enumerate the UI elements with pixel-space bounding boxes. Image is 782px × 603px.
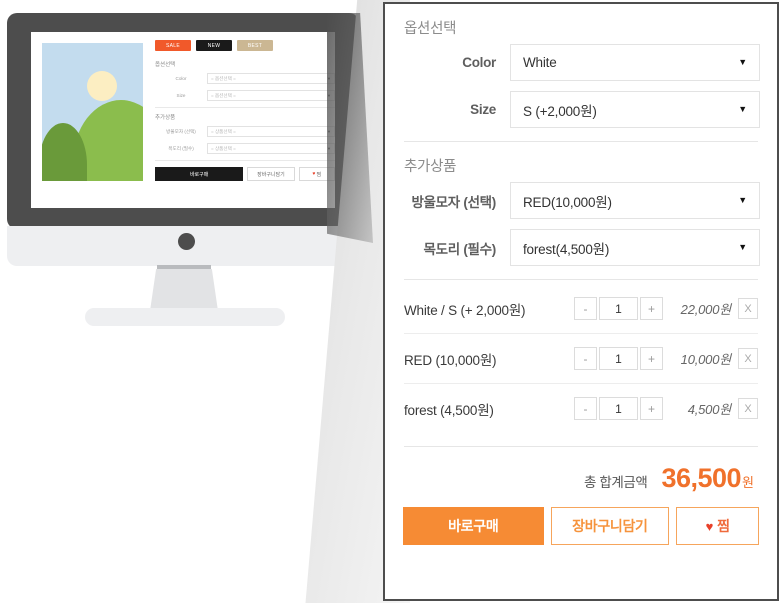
option-row-size: Size S (+2,000원) ▼: [402, 91, 760, 128]
quantity-increase-button[interactable]: +: [640, 397, 663, 420]
mini-row-hat: 방울모자 (선택) = 상품선택 = ▼: [155, 126, 335, 137]
addon-label-scarf: 목도리 (필수): [423, 241, 497, 257]
mini-option-section-title: 옵션선택: [155, 62, 176, 68]
option-label-size: Size: [470, 102, 496, 117]
mini-select-color[interactable]: = 옵션선택 = ▼: [207, 73, 335, 84]
option-label-color: Color: [462, 55, 496, 70]
table-row: forest (4,500원) - 1 + 4,500원 X: [402, 384, 760, 433]
mini-divider-bottom: [155, 160, 335, 161]
cart-item-price: 22,000원: [680, 302, 732, 317]
select-scarf[interactable]: forest(4,500원) ▼: [510, 229, 760, 266]
quantity-stepper: - 1 +: [574, 397, 663, 420]
mini-label-hat: 방울모자 (선택): [166, 128, 196, 134]
divider-options: [404, 141, 758, 142]
mini-action-buttons: 바로구매 장바구니담기 ♥ 찜: [155, 167, 336, 181]
mini-wish-label: 찜: [316, 171, 322, 178]
select-color-value: White: [523, 55, 557, 70]
mini-buy-button[interactable]: 바로구매: [155, 167, 244, 181]
select-size[interactable]: S (+2,000원) ▼: [510, 91, 760, 128]
quantity-decrease-button[interactable]: -: [574, 397, 597, 420]
chevron-down-icon: ▼: [738, 57, 747, 67]
mini-select-hat[interactable]: = 상품선택 = ▼: [207, 126, 335, 137]
addon-label-hat: 방울모자 (선택): [411, 194, 496, 210]
mini-select-size-value: = 옵션선택 =: [211, 92, 236, 98]
mini-row-scarf: 목도리 (필수) = 상품선택 = ▼: [155, 143, 335, 154]
cart-item-name: RED (10,000원): [404, 352, 497, 368]
table-row: White / S (+ 2,000원) - 1 + 22,000원 X: [402, 284, 760, 333]
cart-item-name: White / S (+ 2,000원): [404, 302, 526, 318]
wishlist-label: 찜: [717, 518, 730, 534]
select-hat-value: RED(10,000원): [523, 194, 612, 210]
select-hat[interactable]: RED(10,000원) ▼: [510, 182, 760, 219]
quantity-input[interactable]: 1: [599, 347, 638, 370]
monitor-foot: [85, 308, 285, 326]
divider-addons: [404, 279, 758, 280]
mini-label-size: Size: [176, 93, 186, 98]
total-label: 총 합계금액: [583, 475, 648, 490]
action-button-group: 바로구매 장바구니담기 ♥ 찜: [402, 494, 760, 545]
addon-row-scarf: 목도리 (필수) forest(4,500원) ▼: [402, 229, 760, 266]
heart-icon: ♥: [312, 171, 316, 177]
quantity-input[interactable]: 1: [599, 297, 638, 320]
quantity-decrease-button[interactable]: -: [574, 347, 597, 370]
select-size-value: S (+2,000원): [523, 103, 597, 119]
monitor-bezel: SALE NEW BEST 옵션선택 Color = 옵션선택 = ▼: [7, 13, 359, 229]
mini-option-area: SALE NEW BEST 옵션선택 Color = 옵션선택 = ▼: [155, 40, 336, 204]
mini-select-color-value: = 옵션선택 =: [211, 75, 236, 81]
addon-row-hat: 방울모자 (선택) RED(10,000원) ▼: [402, 182, 760, 219]
quantity-increase-button[interactable]: +: [640, 347, 663, 370]
addon-section-title: 추가상품: [404, 159, 457, 175]
quantity-decrease-button[interactable]: -: [574, 297, 597, 320]
chevron-down-icon: ▼: [738, 242, 747, 252]
quantity-input[interactable]: 1: [599, 397, 638, 420]
mini-row-size: Size = 옵션선택 = ▼: [155, 90, 335, 101]
mini-label-color: Color: [175, 76, 187, 81]
cart-item-name: forest (4,500원): [404, 402, 494, 418]
heart-icon: ♥: [705, 518, 714, 534]
quantity-stepper: - 1 +: [574, 297, 663, 320]
sun-shape-icon: [87, 71, 117, 101]
mini-select-scarf-value: = 상품선택 =: [211, 145, 236, 151]
mini-select-hat-value: = 상품선택 =: [211, 128, 236, 134]
mini-product-page: SALE NEW BEST 옵션선택 Color = 옵션선택 = ▼: [31, 32, 336, 208]
mini-badge-group: SALE NEW BEST: [155, 40, 335, 51]
mini-product-image: [42, 43, 143, 181]
select-scarf-value: forest(4,500원): [523, 241, 610, 257]
option-section-title: 옵션선택: [404, 21, 457, 37]
mini-row-color: Color = 옵션선택 = ▼: [155, 73, 335, 84]
monitor-screen: SALE NEW BEST 옵션선택 Color = 옵션선택 = ▼: [31, 32, 336, 208]
mini-select-scarf[interactable]: = 상품선택 = ▼: [207, 143, 335, 154]
buy-now-button[interactable]: 바로구매: [403, 507, 544, 545]
monitor-neck: [150, 269, 218, 311]
option-row-color: Color White ▼: [402, 44, 760, 81]
mini-cart-button[interactable]: 장바구니담기: [247, 167, 295, 181]
remove-item-button[interactable]: X: [738, 398, 758, 419]
remove-item-button[interactable]: X: [738, 298, 758, 319]
add-to-cart-button[interactable]: 장바구니담기: [550, 507, 670, 545]
wishlist-button[interactable]: ♥ 찜: [676, 507, 759, 545]
remove-item-button[interactable]: X: [738, 348, 758, 369]
mini-label-scarf: 목도리 (필수): [168, 145, 194, 151]
mini-select-size[interactable]: = 옵션선택 = ▼: [207, 90, 335, 101]
option-detail-panel: 옵션선택 Color White ▼ Size S (+2,000원) ▼ 추가…: [383, 2, 779, 601]
chevron-down-icon: ▼: [738, 195, 747, 205]
total-price-row: 총 합계금액 36,500 원: [402, 447, 760, 494]
total-currency-unit: 원: [742, 475, 754, 490]
badge-best: BEST: [237, 40, 273, 51]
quantity-increase-button[interactable]: +: [640, 297, 663, 320]
selected-options-list: White / S (+ 2,000원) - 1 + 22,000원 X RED…: [402, 284, 760, 433]
total-amount: 36,500: [661, 463, 742, 493]
screenshot-root: SALE NEW BEST 옵션선택 Color = 옵션선택 = ▼: [0, 0, 782, 603]
badge-sale: SALE: [155, 40, 191, 51]
mini-addon-section-title: 추가상품: [155, 115, 176, 121]
chevron-down-icon: ▼: [738, 104, 747, 114]
select-color[interactable]: White ▼: [510, 44, 760, 81]
badge-new: NEW: [196, 40, 232, 51]
cart-item-price: 10,000원: [680, 352, 732, 367]
monitor-power-dot-icon: [178, 233, 195, 250]
quantity-stepper: - 1 +: [574, 347, 663, 370]
cart-item-price: 4,500원: [687, 402, 731, 417]
table-row: RED (10,000원) - 1 + 10,000원 X: [402, 334, 760, 383]
mini-divider: [155, 107, 335, 108]
